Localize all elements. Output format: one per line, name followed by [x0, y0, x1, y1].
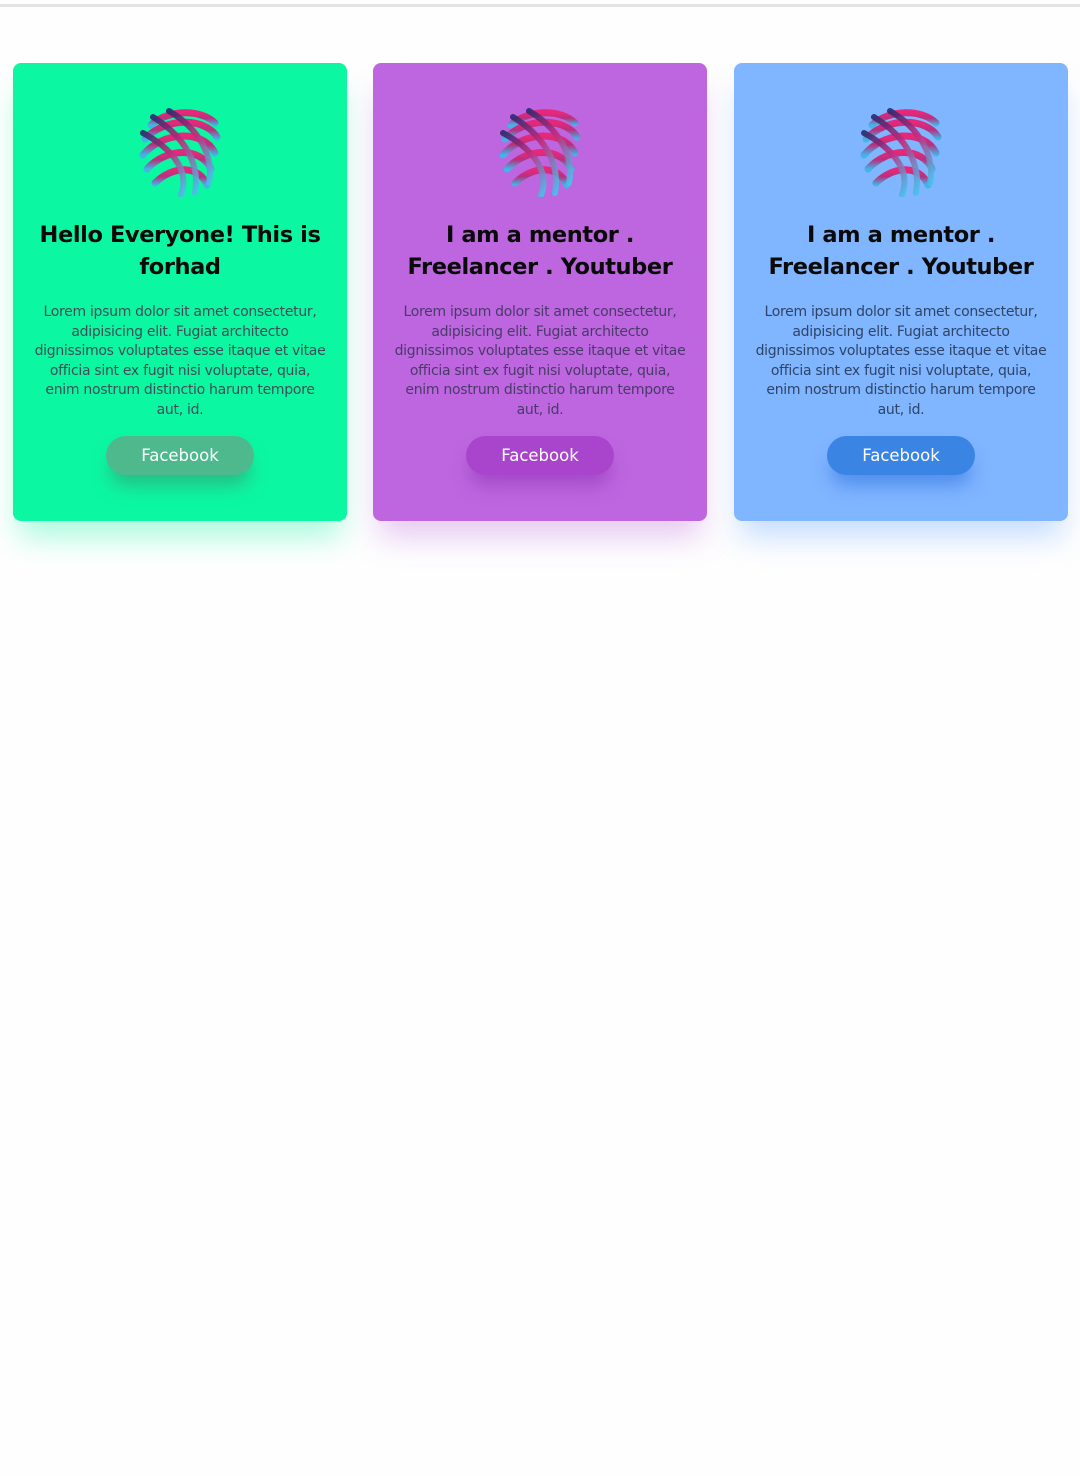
card-description: Lorem ipsum dolor sit amet consectetur, …	[394, 304, 686, 418]
profile-card-2: I am a mentor . Freelancer . Youtuber Lo…	[373, 63, 707, 521]
profile-card-1: Hello Everyone! This is forhad Lorem ips…	[13, 63, 347, 521]
card-row: Hello Everyone! This is forhad Lorem ips…	[13, 63, 1068, 521]
facebook-button[interactable]: Facebook	[466, 436, 614, 475]
card-description: Lorem ipsum dolor sit amet consectetur, …	[755, 304, 1047, 418]
profile-card-3: I am a mentor . Freelancer . Youtuber Lo…	[734, 63, 1068, 521]
striped-globe-logo-icon	[860, 107, 942, 197]
facebook-button[interactable]: Facebook	[827, 436, 975, 475]
card-title: I am a mentor . Freelancer . Youtuber	[768, 222, 1034, 280]
striped-globe-logo-icon	[499, 107, 581, 197]
card-title: Hello Everyone! This is forhad	[39, 222, 321, 280]
top-divider	[0, 4, 1080, 7]
striped-globe-logo-icon	[139, 107, 221, 197]
facebook-button[interactable]: Facebook	[106, 436, 254, 475]
card-description: Lorem ipsum dolor sit amet consectetur, …	[34, 304, 326, 418]
card-title: I am a mentor . Freelancer . Youtuber	[407, 222, 673, 280]
